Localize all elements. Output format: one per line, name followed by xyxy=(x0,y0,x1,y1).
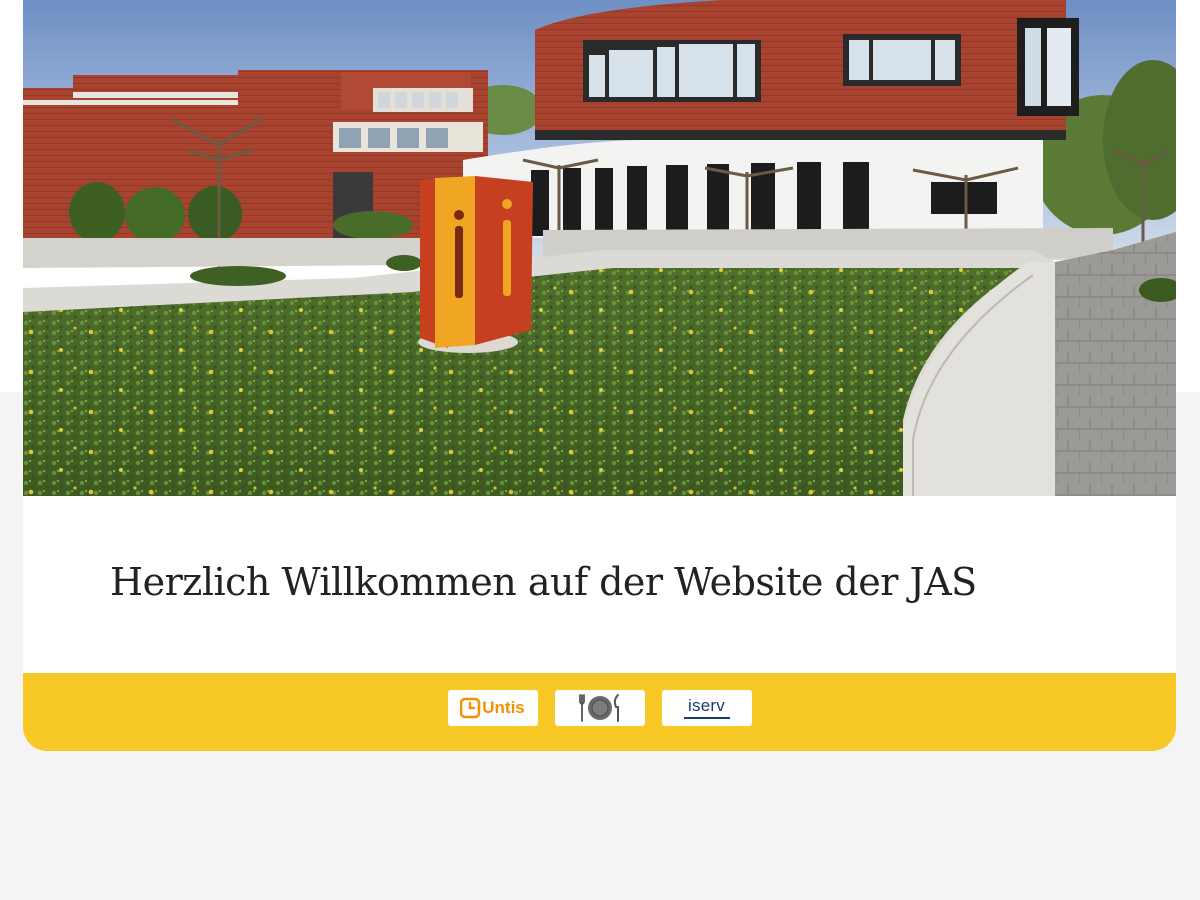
hero-image xyxy=(23,0,1176,496)
untis-label: Untis xyxy=(482,698,525,717)
cafeteria-link[interactable] xyxy=(554,690,645,726)
iserv-label: iserv xyxy=(688,696,725,715)
welcome-heading: Herzlich Willkommen auf der Website der … xyxy=(110,560,977,604)
plate-cutlery-icon xyxy=(578,694,619,722)
quick-links-bar: Untis iserv xyxy=(23,673,1176,751)
main-card: Herzlich Willkommen auf der Website der … xyxy=(23,0,1176,751)
quick-links: Untis iserv xyxy=(23,690,1176,726)
iserv-logo: iserv xyxy=(683,696,730,720)
iserv-underline-icon xyxy=(683,717,730,719)
iserv-link[interactable]: iserv xyxy=(661,690,752,726)
untis-link[interactable]: Untis xyxy=(447,690,538,726)
